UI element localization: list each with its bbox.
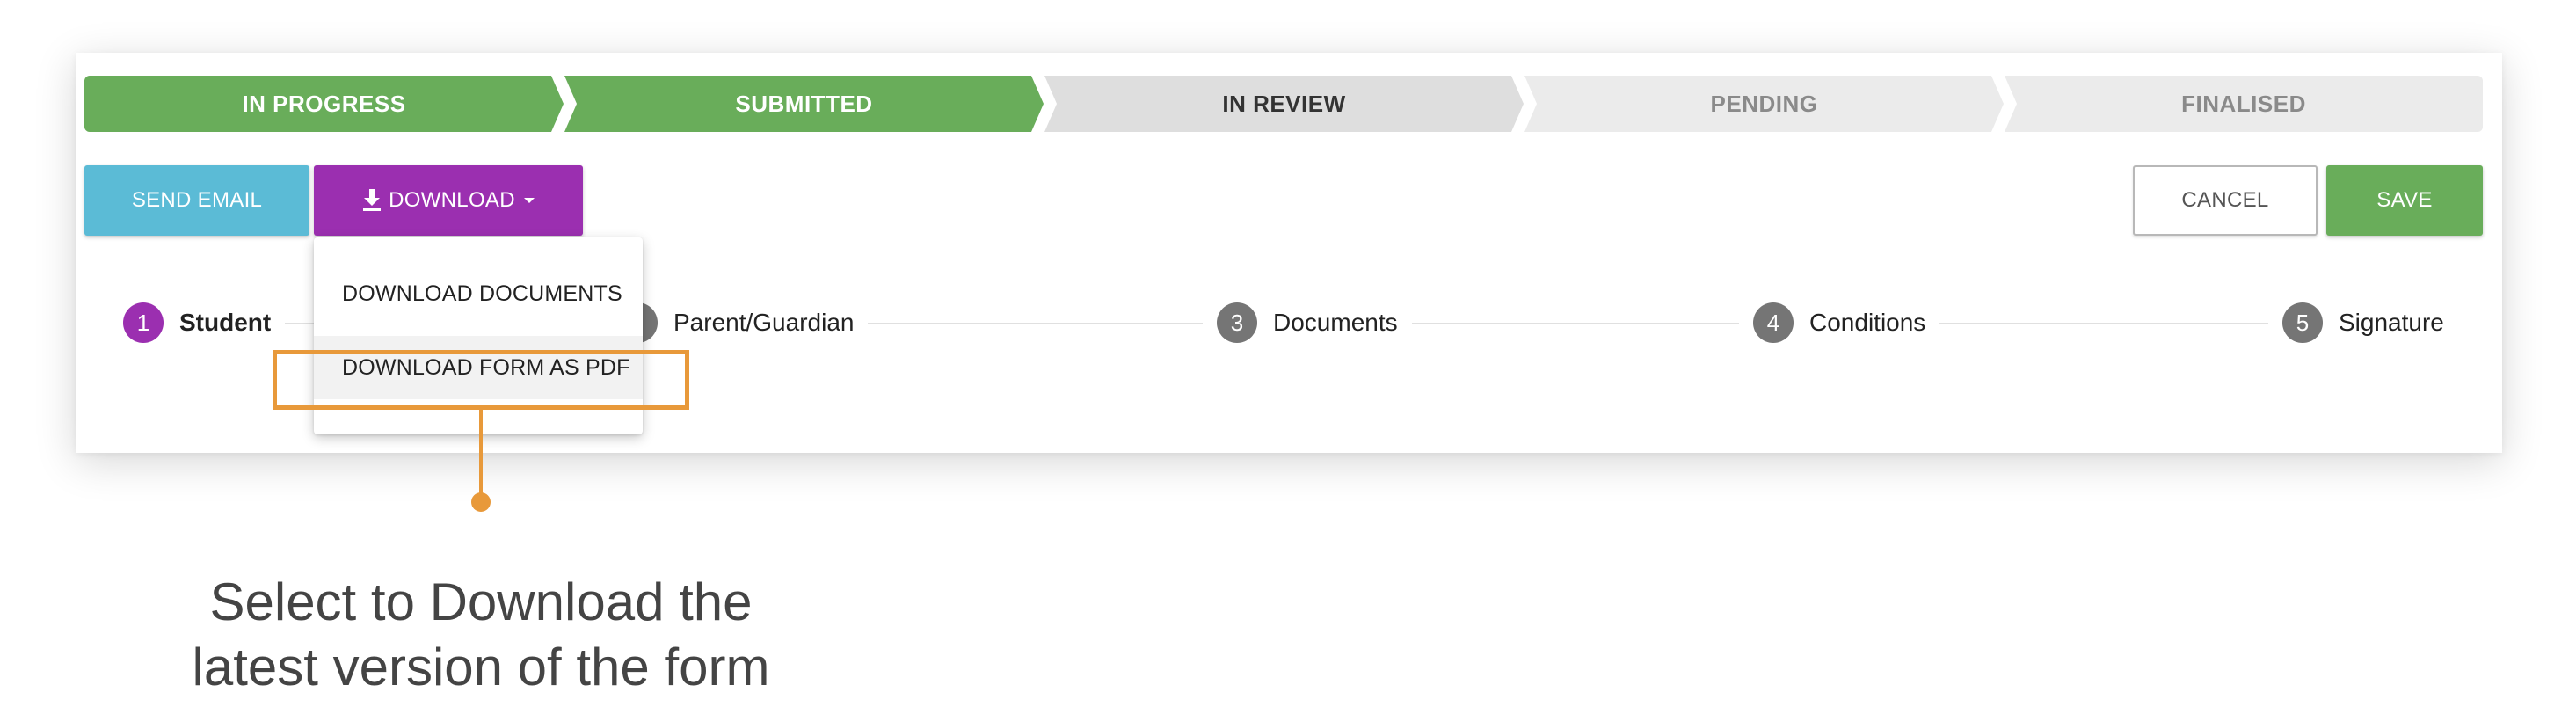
send-email-label: SEND EMAIL <box>131 188 263 212</box>
caret-down-icon <box>523 198 535 203</box>
annotation-highlight-box <box>273 350 689 410</box>
step-number: 3 <box>1217 302 1257 343</box>
step-label: Student <box>179 309 272 336</box>
send-email-button[interactable]: SEND EMAIL <box>84 165 309 236</box>
step-label: Conditions <box>1809 309 1926 336</box>
step-documents[interactable]: 3 Documents <box>1203 302 1412 343</box>
stage-in-progress: IN PROGRESS <box>84 76 564 132</box>
step-label: Parent/Guardian <box>673 309 855 336</box>
callout-line-2: latest version of the form <box>192 638 770 696</box>
download-button[interactable]: DOWNLOAD <box>314 165 583 236</box>
cancel-label: CANCEL <box>2181 188 2269 212</box>
step-label: Documents <box>1273 309 1398 336</box>
save-button[interactable]: SAVE <box>2326 165 2483 236</box>
annotation-callout: Select to Download the latest version of… <box>141 570 821 700</box>
stage-submitted: SUBMITTED <box>564 76 1044 132</box>
menu-item-download-documents[interactable]: DOWNLOAD DOCUMENTS <box>314 262 643 325</box>
cancel-button[interactable]: CANCEL <box>2133 165 2318 236</box>
annotation-connector-line <box>479 410 483 498</box>
save-label: SAVE <box>2376 188 2433 212</box>
callout-line-1: Select to Download the <box>209 572 753 631</box>
step-signature[interactable]: 5 Signature <box>2268 302 2458 343</box>
stage-pending: PENDING <box>1524 76 2004 132</box>
step-parent-guardian[interactable]: 2 Parent/Guardian <box>603 302 869 343</box>
step-student[interactable]: 1 Student <box>109 302 286 343</box>
menu-item-label: DOWNLOAD DOCUMENTS <box>342 281 622 306</box>
step-label: Signature <box>2339 309 2444 336</box>
stage-finalised: FINALISED <box>2005 76 2483 132</box>
annotation-dot <box>471 492 491 512</box>
stage-in-review: IN REVIEW <box>1044 76 1524 132</box>
step-number: 5 <box>2282 302 2323 343</box>
step-number: 4 <box>1753 302 1794 343</box>
step-conditions[interactable]: 4 Conditions <box>1739 302 1940 343</box>
download-label: DOWNLOAD <box>389 188 515 212</box>
step-number: 1 <box>123 302 164 343</box>
status-pipeline: IN PROGRESS SUBMITTED IN REVIEW PENDING … <box>84 76 2483 132</box>
download-icon <box>362 189 382 212</box>
